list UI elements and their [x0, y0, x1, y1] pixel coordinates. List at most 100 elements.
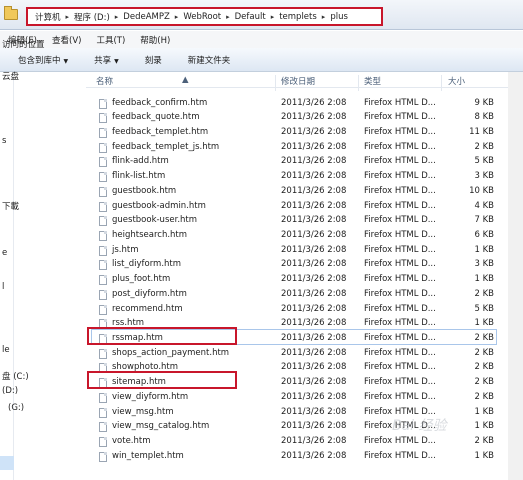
file-date: 2011/3/26 2:08: [281, 171, 347, 182]
file-size: 1 KB: [474, 318, 494, 329]
html-file-icon: [99, 289, 107, 300]
column-size[interactable]: 大小: [448, 75, 465, 87]
column-name[interactable]: 名称: [96, 75, 113, 87]
file-date: 2011/3/26 2:08: [281, 244, 347, 255]
file-date: 2011/3/26 2:08: [281, 377, 347, 388]
watermark: Bai 经验: [392, 418, 447, 434]
file-size: 1 KB: [474, 421, 494, 432]
file-row[interactable]: guestbook-user.htm 2011/3/26 2:08 Firefox …: [86, 214, 508, 229]
html-file-icon: [99, 348, 107, 359]
burn-button[interactable]: 刻录: [145, 54, 162, 66]
file-row[interactable]: flink-add.htm 2011/3/26 2:08 Firefox HTML …: [86, 155, 508, 170]
menu-item[interactable]: 帮助(H): [140, 34, 170, 46]
file-row[interactable]: post_diyform.htm 2011/3/26 2:08 Firefox HT…: [86, 288, 508, 303]
file-type: Firefox HTML D...: [364, 288, 436, 299]
file-date: 2011/3/26 2:08: [281, 185, 347, 196]
file-type: Firefox HTML D...: [364, 436, 436, 447]
file-size: 11 KB: [469, 126, 494, 137]
folder-icon: [4, 6, 18, 20]
file-size: 4 KB: [474, 200, 494, 211]
breadcrumb-segment[interactable]: Default: [232, 12, 269, 22]
file-date: 2011/3/26 2:08: [281, 436, 347, 447]
file-row[interactable]: guestbook-admin.htm 2011/3/26 2:08 Firefox…: [86, 200, 508, 215]
file-row[interactable]: feedback_templet_js.htm 2011/3/26 2:08 Fir…: [86, 141, 508, 156]
file-size: 1 KB: [474, 244, 494, 255]
file-name: view_msg.htm: [112, 406, 174, 417]
new-folder-button[interactable]: 新建文件夹: [188, 54, 231, 66]
column-type[interactable]: 类型: [364, 75, 381, 87]
html-file-icon: [99, 260, 107, 271]
nav-item[interactable]: s: [2, 136, 6, 146]
breadcrumb-separator-icon[interactable]: ▸: [113, 13, 121, 21]
file-date: 2011/3/26 2:08: [281, 156, 347, 167]
nav-item[interactable]: 盘 (C:): [2, 370, 29, 382]
file-row[interactable]: guestbook.htm 2011/3/26 2:08 Firefox HTML …: [86, 185, 508, 200]
breadcrumb-separator-icon[interactable]: ▸: [224, 13, 232, 21]
file-row[interactable]: view_diyform.htm 2011/3/26 2:08 Firefox HT…: [86, 391, 508, 406]
file-row[interactable]: plus_foot.htm 2011/3/26 2:08 Firefox HTML …: [86, 273, 508, 288]
file-row[interactable]: flink-list.htm 2011/3/26 2:08 Firefox HTML…: [86, 170, 508, 185]
nav-item[interactable]: le: [2, 345, 10, 355]
file-name: js.htm: [112, 244, 139, 255]
file-row[interactable]: shops_action_payment.htm 2011/3/26 2:08 Fi…: [86, 347, 508, 362]
file-size: 2 KB: [474, 347, 494, 358]
nav-item[interactable]: 云盘: [2, 70, 19, 82]
file-name: feedback_templet_js.htm: [112, 141, 220, 152]
breadcrumb-segment[interactable]: DedeAMPZ: [120, 12, 173, 22]
file-row[interactable]: feedback_templet.htm 2011/3/26 2:08 Firefo…: [86, 126, 508, 141]
file-row[interactable]: feedback_confirm.htm 2011/3/26 2:08 Firefo…: [86, 97, 508, 112]
breadcrumb-segment[interactable]: WebRoot: [180, 12, 224, 22]
nav-item[interactable]: 访问的位置: [2, 38, 45, 50]
breadcrumb-separator-icon[interactable]: ▸: [269, 13, 277, 21]
html-file-icon: [99, 422, 107, 433]
file-type: Firefox HTML D...: [364, 126, 436, 137]
file-name: list_diyform.htm: [112, 259, 182, 270]
nav-item[interactable]: 下載: [2, 200, 19, 212]
menu-item[interactable]: 工具(T): [96, 34, 125, 46]
nav-item[interactable]: (D:): [2, 386, 18, 396]
breadcrumb-separator-icon[interactable]: ▸: [320, 13, 328, 21]
file-date: 2011/3/26 2:08: [281, 450, 347, 461]
sort-up-icon: ▲: [182, 75, 189, 85]
share-button[interactable]: 共享 ▼: [94, 54, 119, 66]
file-size: 2 KB: [474, 377, 494, 388]
menu-item[interactable]: 查看(V): [52, 34, 81, 46]
nav-item[interactable]: (G:): [8, 403, 24, 413]
file-row[interactable]: feedback_quote.htm 2011/3/26 2:08 Firefox …: [86, 111, 508, 126]
file-size: 6 KB: [474, 229, 494, 240]
address-bar: 计算机 ▸ 程序 (D:) ▸ DedeAMPZ ▸ WebRoot ▸ Default ▸ tem…: [0, 0, 523, 30]
html-file-icon: [99, 275, 107, 286]
file-type: Firefox HTML D...: [364, 97, 436, 108]
breadcrumb-segment[interactable]: plus: [327, 12, 351, 22]
file-row[interactable]: win_templet.htm 2011/3/26 2:08 Firefox HTM…: [86, 450, 508, 465]
vertical-scrollbar[interactable]: [508, 72, 523, 480]
breadcrumb-segment[interactable]: 计算机: [32, 11, 64, 23]
nav-item[interactable]: l: [2, 282, 4, 292]
include-in-library-button[interactable]: 包含到库中 ▼: [18, 54, 68, 66]
html-file-icon: [99, 157, 107, 168]
column-date[interactable]: 修改日期: [281, 75, 315, 87]
file-date: 2011/3/26 2:08: [281, 347, 347, 358]
breadcrumb[interactable]: 计算机 ▸ 程序 (D:) ▸ DedeAMPZ ▸ WebRoot ▸ Default ▸ tem…: [26, 7, 383, 26]
file-size: 1 KB: [474, 450, 494, 461]
file-type: Firefox HTML D...: [364, 141, 436, 152]
html-file-icon: [99, 172, 107, 183]
html-file-icon: [99, 201, 107, 212]
file-date: 2011/3/26 2:08: [281, 112, 347, 123]
file-row[interactable]: js.htm 2011/3/26 2:08 Firefox HTML D... 1 K…: [86, 244, 508, 259]
breadcrumb-segment[interactable]: templets: [276, 12, 320, 22]
file-size: 2 KB: [474, 362, 494, 373]
file-name: win_templet.htm: [112, 450, 184, 461]
nav-selected-row: [0, 456, 14, 470]
breadcrumb-separator-icon[interactable]: ▸: [173, 13, 181, 21]
breadcrumb-segment[interactable]: 程序 (D:): [71, 11, 113, 23]
share-label: 共享: [94, 55, 112, 66]
file-name: flink-add.htm: [112, 156, 169, 167]
file-row[interactable]: recommend.htm 2011/3/26 2:08 Firefox HTML …: [86, 303, 508, 318]
file-row[interactable]: vote.htm 2011/3/26 2:08 Firefox HTML D... 2…: [86, 435, 508, 450]
file-row[interactable]: heightsearch.htm 2011/3/26 2:08 Firefox HT…: [86, 229, 508, 244]
file-row[interactable]: list_diyform.htm 2011/3/26 2:08 Firefox HT…: [86, 258, 508, 273]
nav-item[interactable]: e: [2, 248, 7, 258]
html-file-icon: [99, 304, 107, 315]
breadcrumb-separator-icon[interactable]: ▸: [64, 13, 72, 21]
